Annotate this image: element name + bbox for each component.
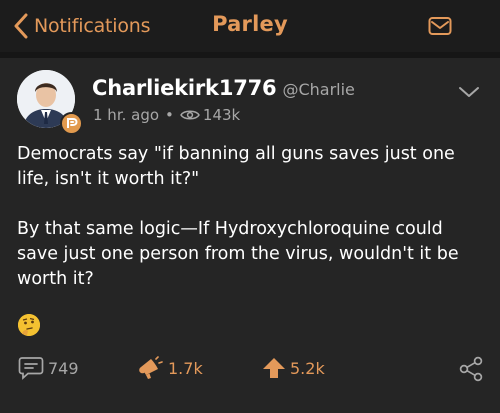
upvote-count: 5.2k bbox=[290, 358, 325, 378]
post-menu-button[interactable] bbox=[458, 83, 480, 102]
back-button[interactable]: Notifications bbox=[14, 11, 151, 41]
author-line: Charliekirk1776 @Charlie bbox=[92, 76, 355, 100]
share-button[interactable] bbox=[458, 356, 484, 386]
thinking-face-emoji bbox=[18, 314, 40, 336]
post-meta: 1 hr. ago • 143k bbox=[93, 106, 240, 124]
upvote-arrow-icon bbox=[263, 358, 285, 378]
post-paragraph: By that same logic—If Hydroxychloroquine… bbox=[17, 219, 459, 289]
echo-count: 1.7k bbox=[168, 358, 203, 378]
user-handle[interactable]: @Charlie bbox=[282, 80, 354, 99]
post-body: Democrats say "if banning all guns saves… bbox=[17, 142, 487, 317]
top-nav-bar: Notifications Parley bbox=[0, 0, 500, 52]
thinking-face-icon bbox=[18, 314, 40, 336]
comment-icon bbox=[18, 357, 44, 380]
view-count: 143k bbox=[202, 106, 241, 124]
post-card[interactable]: Charliekirk1776 @Charlie 1 hr. ago • 143… bbox=[0, 58, 500, 413]
share-icon bbox=[459, 356, 483, 382]
chevron-left-icon bbox=[14, 13, 28, 39]
meta-separator: • bbox=[165, 106, 174, 124]
eye-icon bbox=[180, 110, 200, 120]
megaphone-icon bbox=[139, 356, 163, 379]
messages-button[interactable] bbox=[428, 15, 452, 41]
display-name[interactable]: Charliekirk1776 bbox=[92, 76, 277, 100]
parler-logo-icon bbox=[67, 118, 78, 128]
post-time: 1 hr. ago bbox=[93, 106, 160, 124]
back-label: Notifications bbox=[34, 15, 151, 37]
chevron-down-icon bbox=[459, 87, 479, 97]
post-actions: 749 1.7k 5.2k bbox=[0, 356, 500, 382]
comment-count: 749 bbox=[48, 358, 79, 378]
parler-badge bbox=[60, 112, 83, 135]
upvote-button[interactable]: 5.2k bbox=[262, 356, 325, 380]
echo-button[interactable]: 1.7k bbox=[138, 356, 203, 380]
envelope-icon bbox=[428, 17, 452, 35]
comment-button[interactable]: 749 bbox=[18, 356, 79, 380]
post-paragraph: Democrats say "if banning all guns saves… bbox=[17, 144, 455, 189]
